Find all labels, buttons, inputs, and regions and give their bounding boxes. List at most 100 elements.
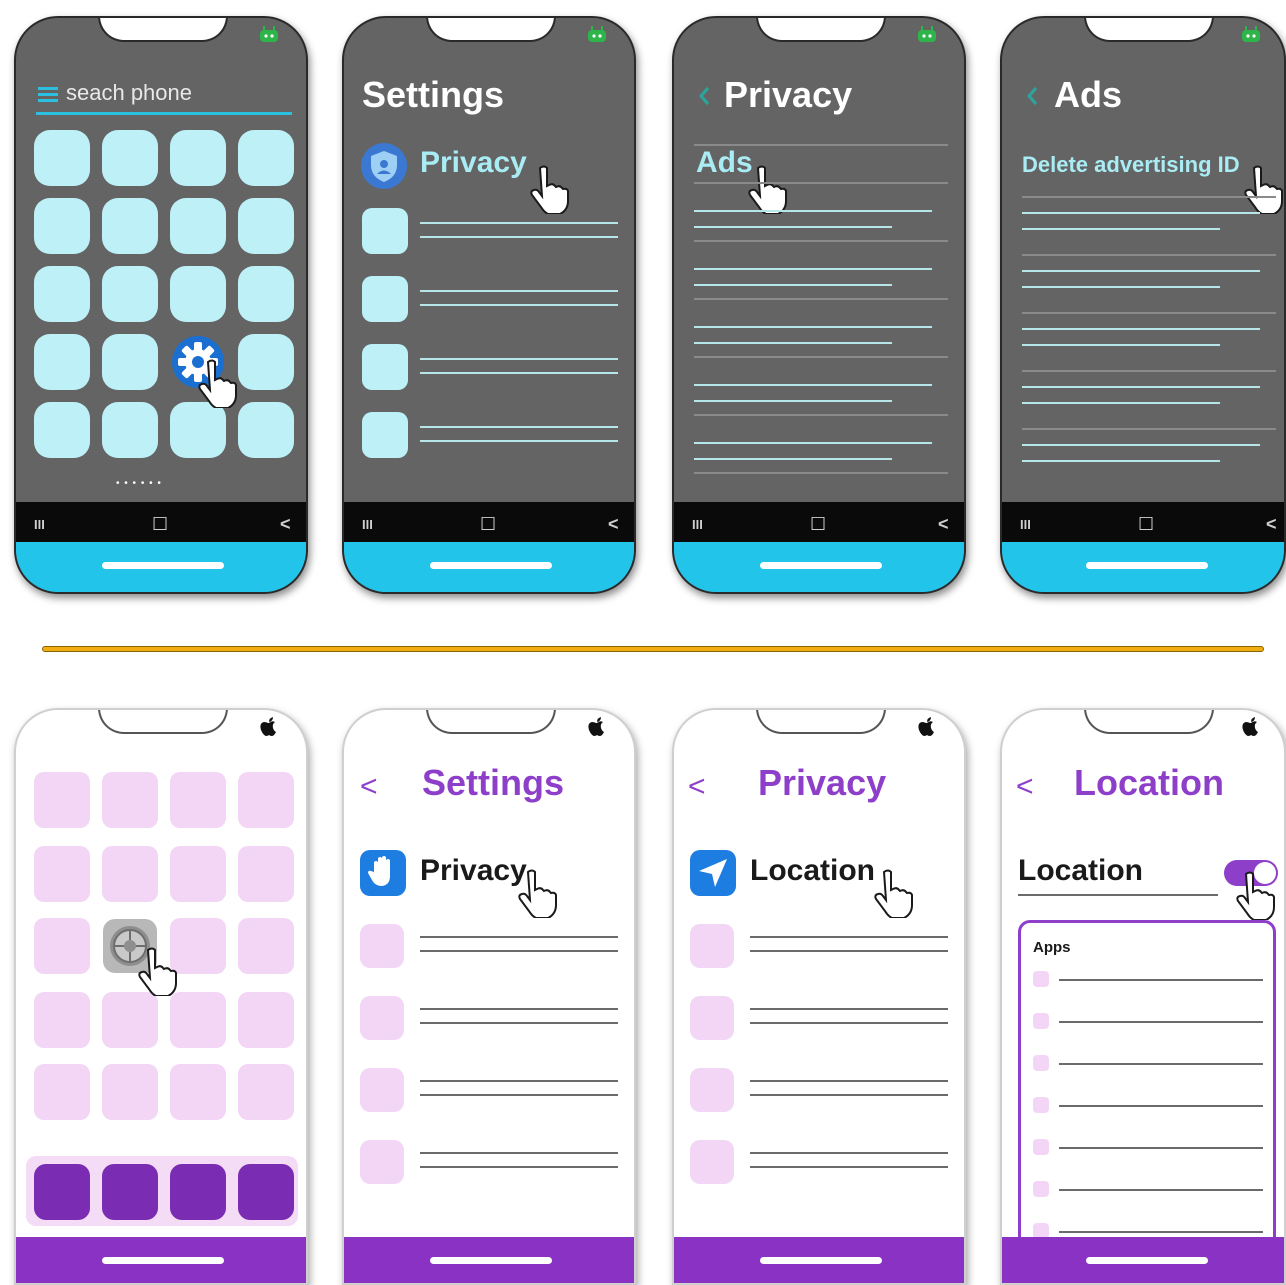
app-tile[interactable] [34, 266, 90, 322]
app-tile[interactable] [238, 334, 294, 390]
list-line [420, 372, 618, 374]
list-line [694, 284, 892, 286]
pointer-hand-icon [874, 869, 913, 918]
app-tile[interactable] [34, 334, 90, 390]
recents-button[interactable]: III [1020, 517, 1031, 532]
page-title: Ads [1054, 74, 1123, 115]
app-tile[interactable] [170, 992, 226, 1048]
app-tile[interactable] [34, 772, 90, 828]
home-button[interactable]: ☐ [1138, 514, 1154, 535]
back-button[interactable]: < [280, 514, 291, 535]
app-tile[interactable] [102, 402, 158, 458]
back-button[interactable]: < [1266, 514, 1277, 535]
app-tile[interactable] [170, 198, 226, 254]
recents-button[interactable]: III [34, 517, 45, 532]
app-tile[interactable] [170, 1064, 226, 1120]
home-indicator[interactable] [102, 1257, 224, 1264]
page-title: Location [1074, 762, 1224, 803]
dock-app-tile[interactable] [102, 1164, 158, 1220]
back-arrow-icon[interactable] [1026, 86, 1038, 106]
app-tile[interactable] [238, 198, 294, 254]
home-indicator[interactable] [430, 1257, 552, 1264]
list-line [420, 222, 618, 224]
back-button[interactable]: < [1016, 770, 1034, 804]
app-tile[interactable] [170, 266, 226, 322]
home-button[interactable]: ☐ [152, 514, 168, 535]
list-line [694, 384, 932, 386]
location-label[interactable]: Location [750, 854, 875, 888]
app-row-line [1059, 1231, 1263, 1233]
app-tile[interactable] [170, 130, 226, 186]
home-indicator[interactable] [1086, 1257, 1208, 1264]
list-line [1022, 444, 1260, 446]
recents-button[interactable]: III [692, 517, 703, 532]
app-tile[interactable] [34, 1064, 90, 1120]
home-indicator[interactable] [760, 1257, 882, 1264]
app-tile[interactable] [102, 992, 158, 1048]
dock-app-tile[interactable] [238, 1164, 294, 1220]
home-button[interactable]: ☐ [480, 514, 496, 535]
app-tile[interactable] [102, 130, 158, 186]
privacy-label[interactable]: Privacy [420, 146, 527, 180]
app-tile[interactable] [170, 772, 226, 828]
bottom-bar [16, 1237, 306, 1283]
page-dots: • • • • • • [116, 478, 162, 489]
app-row-line [1059, 1021, 1263, 1023]
back-arrow-icon[interactable] [698, 86, 710, 106]
dock-app-tile[interactable] [170, 1164, 226, 1220]
app-tile[interactable] [102, 266, 158, 322]
menu-icon [38, 87, 58, 102]
list-line [1022, 460, 1220, 462]
home-button[interactable]: ☐ [810, 514, 826, 535]
list-line [694, 298, 948, 300]
app-tile[interactable] [238, 1064, 294, 1120]
home-indicator[interactable] [760, 562, 882, 569]
app-tile[interactable] [34, 992, 90, 1048]
dock-app-tile[interactable] [34, 1164, 90, 1220]
app-tile[interactable] [170, 846, 226, 902]
app-tile[interactable] [34, 918, 90, 974]
app-tile[interactable] [238, 846, 294, 902]
app-tile[interactable] [170, 402, 226, 458]
app-tile[interactable] [238, 130, 294, 186]
app-tile[interactable] [238, 992, 294, 1048]
app-tile[interactable] [102, 334, 158, 390]
back-button[interactable]: < [938, 514, 949, 535]
notch [98, 18, 228, 42]
list-line [1022, 212, 1260, 214]
app-row-line [1059, 1063, 1263, 1065]
app-tile[interactable] [102, 198, 158, 254]
list-line [750, 1094, 948, 1096]
app-tile[interactable] [102, 846, 158, 902]
back-button[interactable]: < [608, 514, 619, 535]
app-tile[interactable] [34, 846, 90, 902]
apple-icon [918, 717, 934, 736]
app-tile[interactable] [238, 918, 294, 974]
bottom-bar [344, 542, 634, 592]
back-button[interactable]: < [360, 770, 378, 804]
home-indicator[interactable] [1086, 562, 1208, 569]
app-tile[interactable] [102, 772, 158, 828]
home-indicator[interactable] [102, 562, 224, 569]
app-tile[interactable] [34, 130, 90, 186]
list-item-icon [360, 1140, 404, 1184]
recents-button[interactable]: III [362, 517, 373, 532]
ads-item[interactable]: Ads [696, 146, 753, 180]
app-tile[interactable] [34, 198, 90, 254]
app-tile[interactable] [102, 1064, 158, 1120]
back-button[interactable]: < [688, 770, 706, 804]
delete-advertising-id-item[interactable]: Delete advertising ID [1022, 152, 1240, 178]
search-input[interactable]: seach phone [66, 80, 192, 106]
list-item-icon [690, 1140, 734, 1184]
app-tile[interactable] [238, 772, 294, 828]
search-bar[interactable]: seach phone [36, 78, 292, 115]
list-line [694, 210, 932, 212]
home-indicator[interactable] [430, 562, 552, 569]
app-tile[interactable] [238, 266, 294, 322]
app-tile[interactable] [34, 402, 90, 458]
list-line [420, 290, 618, 292]
privacy-label[interactable]: Privacy [420, 854, 527, 888]
app-tile[interactable] [238, 402, 294, 458]
list-line [694, 182, 948, 184]
apple-icon [1242, 717, 1258, 736]
